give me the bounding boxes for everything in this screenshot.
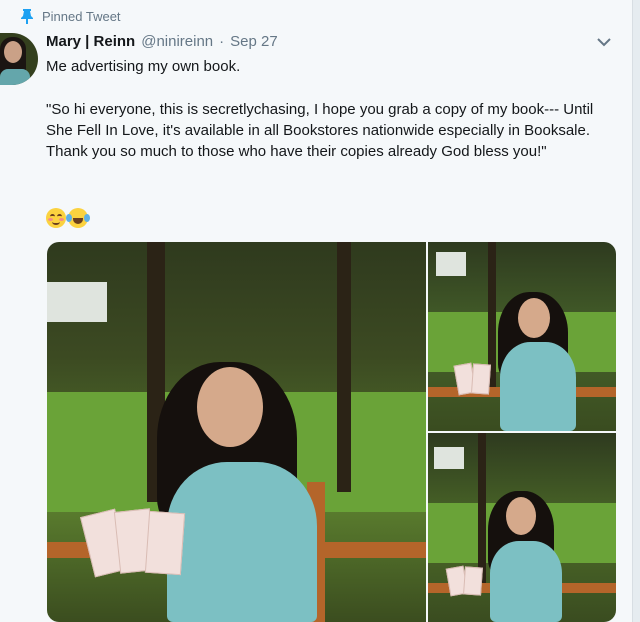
tweet-card[interactable]: Pinned Tweet Mary | Reinn @ninireinn · S… [0,0,633,622]
tweet-text-line1: Me advertising my own book. [46,58,241,75]
photo-grid [46,242,616,622]
separator-dot: · [219,33,225,50]
author-handle[interactable]: @ninireinn [141,33,213,50]
pinned-indicator: Pinned Tweet [20,8,121,24]
pin-icon [21,9,33,24]
photo-bottom-right[interactable] [428,433,616,622]
tweet-header: Mary | Reinn @ninireinn · Sep 27 [46,33,278,50]
emoji-row [46,208,90,228]
photo-main[interactable] [47,242,426,622]
pinned-label: Pinned Tweet [42,8,121,24]
smiling-face-emoji-icon [46,208,66,228]
tweet-text-body: "So hi everyone, this is secretlychasing… [46,101,594,160]
tears-of-joy-emoji-icon [66,208,90,228]
photo-top-right[interactable] [428,242,616,431]
author-name[interactable]: Mary | Reinn [46,33,135,50]
chevron-down-icon[interactable] [596,36,612,48]
tweet-date[interactable]: Sep 27 [230,33,278,50]
avatar[interactable] [0,33,38,85]
